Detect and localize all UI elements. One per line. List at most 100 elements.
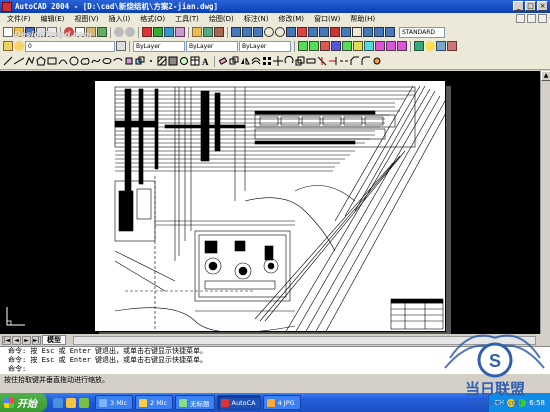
clock[interactable]: 6:58 [529, 399, 545, 407]
rectangle-icon[interactable] [47, 56, 57, 66]
dimension-edit-icon[interactable] [363, 27, 373, 37]
explode-icon[interactable] [372, 56, 382, 66]
fillet-icon[interactable] [361, 56, 371, 66]
center-mark-icon[interactable] [352, 27, 362, 37]
linetype-combo[interactable]: ByLayer [186, 40, 238, 52]
polyline-icon[interactable] [25, 56, 35, 66]
quick-dimension-icon[interactable] [297, 27, 307, 37]
taskbar-button[interactable]: 4 JPG [262, 395, 301, 410]
ellipse-arc-icon[interactable] [113, 56, 123, 66]
ellipse-icon[interactable] [102, 56, 112, 66]
tab-first-icon[interactable]: |◄ [2, 335, 11, 345]
dimension-radius-icon[interactable] [264, 27, 274, 37]
tab-last-icon[interactable]: ►| [32, 335, 41, 345]
polygon-icon[interactable] [36, 56, 46, 66]
design-center-icon[interactable] [203, 27, 213, 37]
erase-icon[interactable] [218, 56, 228, 66]
hatch-icon[interactable] [157, 56, 167, 66]
dimension-baseline-icon[interactable] [308, 27, 318, 37]
tolerance-icon[interactable] [341, 27, 351, 37]
ucs-icon[interactable] [298, 41, 308, 51]
tab-model[interactable]: 模型 [42, 335, 66, 345]
scale-icon[interactable] [295, 56, 305, 66]
revision-cloud-icon[interactable] [80, 56, 90, 66]
pan-icon[interactable] [153, 27, 163, 37]
tab-next-icon[interactable]: ► [22, 335, 31, 345]
gradient-icon[interactable] [168, 56, 178, 66]
menu-file[interactable]: 文件(F) [2, 14, 36, 24]
dimension-aligned-icon[interactable] [242, 27, 252, 37]
start-button[interactable]: 开始 [0, 393, 47, 412]
maximize-button[interactable]: □ [525, 1, 536, 11]
dimension-style-combo[interactable]: STANDARD [399, 26, 445, 38]
ucs-object-icon[interactable] [331, 41, 341, 51]
ucs-origin-icon[interactable] [320, 41, 330, 51]
spline-icon[interactable] [91, 56, 101, 66]
menu-view[interactable]: 视图(V) [69, 14, 103, 24]
offset-icon[interactable] [251, 56, 261, 66]
input-language[interactable]: CH [494, 399, 504, 407]
doc-close-button[interactable] [538, 14, 547, 23]
chamfer-icon[interactable] [350, 56, 360, 66]
command-window[interactable]: 命令: 按 Esc 或 Enter 键退出，或单击右键显示快捷菜单。 命令: 按… [0, 346, 550, 373]
array-icon[interactable] [262, 56, 272, 66]
taskbar-button-autocad[interactable]: AutoCA [216, 395, 261, 410]
construction-line-icon[interactable] [13, 56, 25, 66]
lights-icon[interactable] [425, 41, 435, 51]
circle-icon[interactable] [69, 56, 79, 66]
mirror-icon[interactable] [240, 56, 250, 66]
new-file-icon[interactable] [3, 27, 13, 37]
explorer-icon[interactable] [66, 397, 76, 408]
stretch-icon[interactable] [306, 56, 316, 66]
point-icon[interactable] [146, 56, 156, 66]
layer-combo[interactable]: 0 [25, 40, 115, 52]
menu-edit[interactable]: 编辑(E) [36, 14, 70, 24]
color-combo[interactable]: ByLayer [133, 40, 185, 52]
scenes-icon[interactable] [436, 41, 446, 51]
dimension-update-icon[interactable] [385, 27, 395, 37]
ucs-face-icon[interactable] [342, 41, 352, 51]
zoom-window-icon[interactable] [164, 27, 174, 37]
leader-icon[interactable] [330, 27, 340, 37]
menu-dimension[interactable]: 标注(N) [239, 14, 274, 24]
copy-object-icon[interactable] [229, 56, 239, 66]
dimension-text-edit-icon[interactable] [374, 27, 384, 37]
ucs-world-icon[interactable] [309, 41, 319, 51]
properties-icon[interactable] [192, 27, 202, 37]
menu-format[interactable]: 格式(O) [135, 14, 170, 24]
ie-icon[interactable] [53, 397, 63, 408]
make-block-icon[interactable] [135, 56, 145, 66]
tray-icon[interactable] [518, 398, 527, 407]
taskbar-button[interactable]: 3 Mic [95, 395, 133, 410]
dimension-diameter-icon[interactable] [275, 27, 285, 37]
tab-prev-icon[interactable]: ◄ [12, 335, 21, 345]
layer-on-icon[interactable] [14, 41, 24, 51]
title-bar[interactable]: AutoCAD 2004 - [D:\cad\新烧结机\方案2-jian.dwg… [0, 0, 550, 13]
materials-icon[interactable] [447, 41, 457, 51]
move-icon[interactable] [273, 56, 283, 66]
dimension-angular-icon[interactable] [286, 27, 296, 37]
menu-insert[interactable]: 插入(I) [104, 14, 136, 24]
ucs-view-icon[interactable] [353, 41, 363, 51]
table-icon[interactable] [190, 56, 200, 66]
arc-icon[interactable] [58, 56, 68, 66]
redo-icon[interactable] [125, 27, 135, 37]
close-button[interactable]: × [537, 1, 548, 11]
ucs-y-icon[interactable] [386, 41, 396, 51]
taskbar-button[interactable]: 无标题 [175, 395, 215, 410]
desktop-icon[interactable] [79, 397, 89, 408]
menu-modify[interactable]: 修改(M) [273, 14, 309, 24]
menu-help[interactable]: 帮助(H) [345, 14, 380, 24]
rotate-icon[interactable] [284, 55, 294, 66]
multiline-text-icon[interactable]: A [201, 56, 211, 67]
horizontal-scrollbar[interactable] [73, 335, 536, 345]
menu-draw[interactable]: 绘图(D) [204, 14, 239, 24]
tool-palettes-icon[interactable] [214, 27, 224, 37]
drawing-canvas[interactable] [0, 71, 550, 346]
trim-icon[interactable] [317, 56, 327, 66]
extend-icon[interactable] [328, 56, 338, 66]
dimension-ordinate-icon[interactable] [253, 27, 263, 37]
scroll-up-icon[interactable]: ▲ [541, 71, 550, 81]
make-current-layer-icon[interactable] [116, 41, 126, 51]
match-properties-icon[interactable] [97, 27, 107, 37]
